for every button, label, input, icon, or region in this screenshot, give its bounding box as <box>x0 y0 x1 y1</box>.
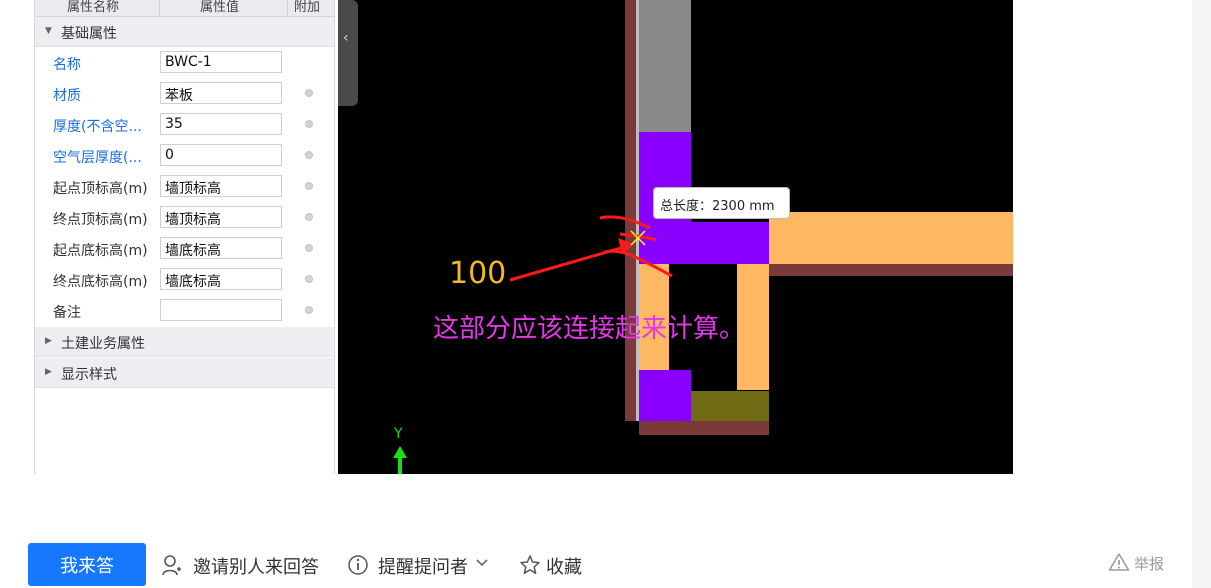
chevron-left-icon: ‹ <box>343 30 349 46</box>
prop-row-end-bottom-elev: 终点底标高(m) 墙底标高 <box>35 264 334 295</box>
attach-checkbox[interactable] <box>305 244 313 252</box>
property-panel: 属性名称 属性值 附加 ▼ 基础属性 名称 BWC-1 材质 苯板 厚度(不含空… <box>34 0 335 474</box>
annotation-arrow-icon <box>393 215 673 474</box>
favorite-button[interactable]: 收藏 <box>519 552 589 578</box>
y-axis-label: Y <box>394 426 403 442</box>
warning-icon <box>1108 553 1130 571</box>
prop-row-start-top-elev: 起点顶标高(m) 墙顶标高 <box>35 171 334 202</box>
prop-row-air-layer: 空气层厚度(... 0 <box>35 140 334 171</box>
section-basic-properties[interactable]: ▼ 基础属性 <box>35 17 334 47</box>
chevron-down-icon <box>476 559 488 567</box>
star-icon <box>520 555 540 574</box>
attach-checkbox[interactable] <box>305 213 313 221</box>
prop-value-remark[interactable] <box>160 299 282 321</box>
prop-value-end-bottom-elev[interactable]: 墙底标高 <box>160 268 282 290</box>
panel-collapse-tab[interactable]: ‹ <box>338 0 358 106</box>
prop-value-start-bottom-elev[interactable]: 墙底标高 <box>160 237 282 259</box>
prop-row-start-bottom-elev: 起点底标高(m) 墙底标高 <box>35 233 334 264</box>
header-property-value: 属性值 <box>200 0 240 15</box>
prop-value-thickness[interactable]: 35 <box>160 113 282 135</box>
remind-asker-button[interactable]: 提醒提问者 <box>347 552 495 578</box>
cad-viewport[interactable]: 总长度：2300 mm 100 这部分应该连接起来计算。 Y <box>338 0 1013 474</box>
prop-row-name: 名称 BWC-1 <box>35 47 334 78</box>
property-table-header: 属性名称 属性值 附加 <box>35 0 334 17</box>
section-civil-business-properties[interactable]: ▶ 土建业务属性 <box>35 327 334 357</box>
answer-button[interactable]: 我来答 <box>28 543 146 586</box>
prop-row-material: 材质 苯板 <box>35 78 334 109</box>
invite-user-icon <box>162 555 181 576</box>
caret-right-icon: ▶ <box>45 336 52 346</box>
prop-row-end-top-elev: 终点顶标高(m) 墙顶标高 <box>35 202 334 233</box>
prop-value-air-layer[interactable]: 0 <box>160 144 282 166</box>
attach-checkbox[interactable] <box>305 306 313 314</box>
info-icon <box>348 555 368 575</box>
length-tooltip: 总长度：2300 mm <box>653 187 790 219</box>
attach-checkbox[interactable] <box>305 275 313 283</box>
attach-checkbox[interactable] <box>305 182 313 190</box>
header-property-name: 属性名称 <box>67 0 120 15</box>
annotation-number: 100 <box>449 256 507 291</box>
prop-value-start-top-elev[interactable]: 墙顶标高 <box>160 175 282 197</box>
prop-value-material[interactable]: 苯板 <box>160 82 282 104</box>
prop-row-remark: 备注 <box>35 295 334 326</box>
right-gutter <box>1192 0 1211 588</box>
caret-down-icon: ▼ <box>45 26 52 36</box>
section-display-style[interactable]: ▶ 显示样式 <box>35 358 334 388</box>
report-button[interactable]: 举报 <box>1108 552 1168 574</box>
attach-checkbox[interactable] <box>305 89 313 97</box>
attach-checkbox[interactable] <box>305 120 313 128</box>
prop-row-thickness: 厚度(不含空... 35 <box>35 109 334 140</box>
header-extra: 附加 <box>294 0 321 15</box>
caret-right-icon: ▶ <box>45 367 52 377</box>
prop-value-end-top-elev[interactable]: 墙顶标高 <box>160 206 282 228</box>
attach-checkbox[interactable] <box>305 151 313 159</box>
prop-value-name[interactable]: BWC-1 <box>160 51 282 73</box>
annotation-text: 这部分应该连接起来计算。 <box>433 314 746 344</box>
invite-answer-button[interactable]: 邀请别人来回答 <box>162 552 327 578</box>
